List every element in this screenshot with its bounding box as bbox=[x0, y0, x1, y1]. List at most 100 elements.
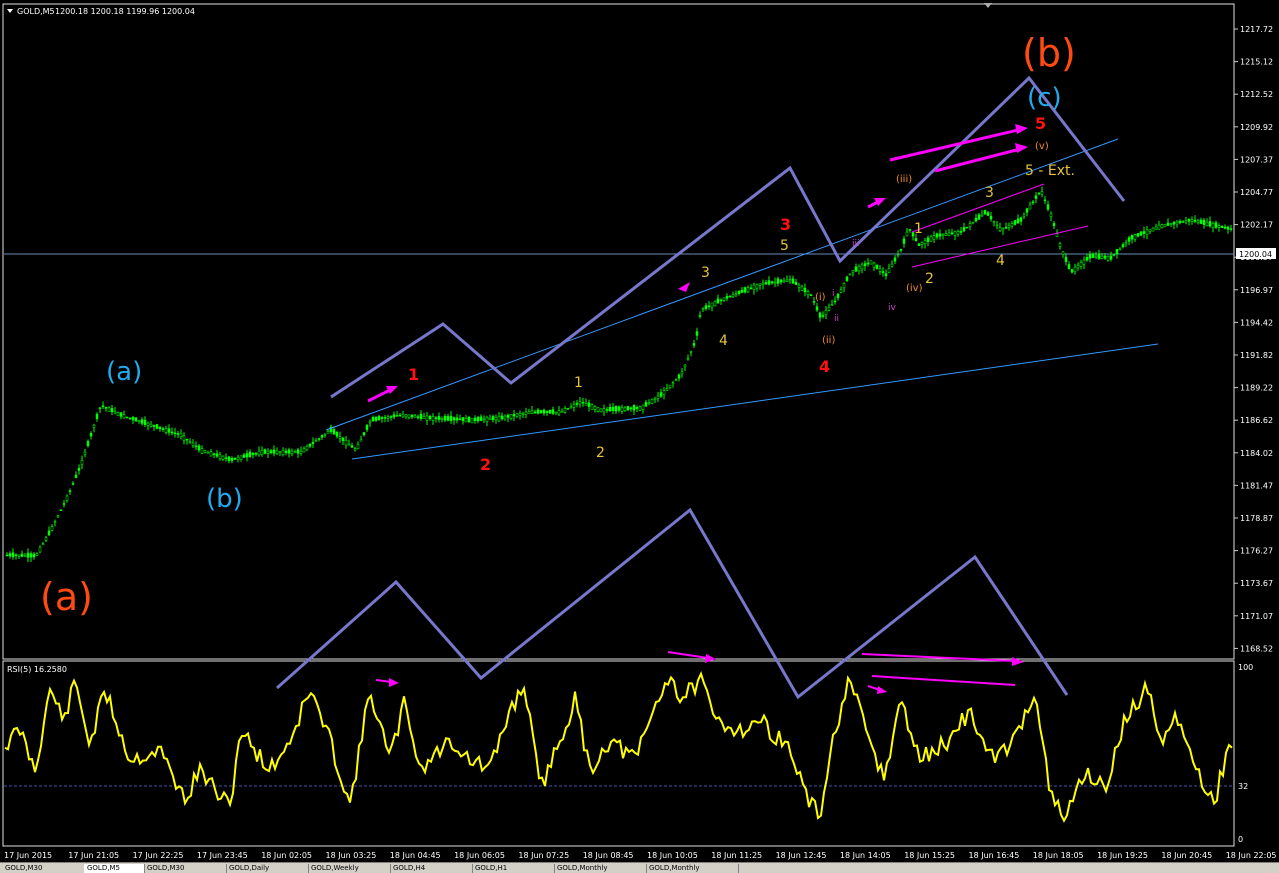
wave-label-a-minor: (a) bbox=[106, 357, 142, 387]
candle-body bbox=[506, 414, 510, 418]
candle-body bbox=[935, 233, 939, 238]
candle-body bbox=[1139, 231, 1143, 236]
candle-body bbox=[701, 308, 705, 310]
candle-body bbox=[380, 417, 384, 419]
candle-body bbox=[584, 403, 588, 406]
candle-body bbox=[350, 445, 354, 448]
candle-body bbox=[161, 428, 165, 430]
wave-label-yellow-3: 3 bbox=[701, 265, 710, 281]
candle-body bbox=[443, 415, 447, 421]
candle-body bbox=[248, 451, 252, 457]
candle-body bbox=[980, 214, 984, 217]
candle-body bbox=[671, 382, 675, 384]
candle-body bbox=[974, 217, 978, 222]
candle-body bbox=[335, 432, 339, 437]
candle-body bbox=[791, 278, 795, 284]
candle-body bbox=[482, 418, 486, 421]
candle-body bbox=[296, 449, 300, 454]
candle-body bbox=[545, 410, 549, 413]
candle-body bbox=[338, 436, 342, 439]
wave-label-small-i: i bbox=[832, 289, 835, 299]
candle-body bbox=[827, 307, 831, 311]
time-tick-label: 18 Jun 08:45 bbox=[583, 851, 634, 860]
candle-body bbox=[1004, 227, 1008, 229]
candle-body bbox=[410, 414, 414, 418]
candle-body bbox=[572, 404, 576, 408]
candle-body bbox=[56, 515, 60, 518]
candle-body bbox=[497, 416, 501, 422]
candle-body bbox=[212, 453, 216, 455]
candle-body bbox=[1124, 242, 1128, 245]
candle-body bbox=[122, 414, 126, 419]
candle-body bbox=[542, 409, 546, 414]
candle-body bbox=[1211, 223, 1215, 228]
candle-body bbox=[1199, 219, 1203, 224]
candle-body bbox=[815, 306, 819, 311]
candle-body bbox=[839, 289, 843, 293]
candle-body bbox=[788, 279, 792, 282]
candle-body bbox=[950, 232, 954, 235]
candle-body bbox=[944, 233, 948, 236]
candle-body bbox=[1031, 201, 1035, 204]
time-tick-label: 18 Jun 10:05 bbox=[647, 851, 698, 860]
candle-body bbox=[995, 224, 999, 227]
candle-body bbox=[404, 414, 408, 418]
candle-body bbox=[38, 547, 42, 553]
candle-body bbox=[311, 442, 315, 445]
candle-body bbox=[1106, 255, 1110, 261]
candle-body bbox=[689, 351, 693, 353]
candle-body bbox=[713, 301, 717, 307]
candle-body bbox=[728, 296, 732, 298]
candle-body bbox=[65, 495, 69, 501]
candle-body bbox=[107, 407, 111, 412]
candle-body bbox=[785, 279, 789, 282]
candle-body bbox=[428, 416, 432, 420]
candle-body bbox=[698, 315, 702, 317]
candle-body bbox=[140, 419, 144, 424]
time-tick-label: 17 Jun 21:05 bbox=[68, 851, 119, 860]
candle-body bbox=[137, 420, 141, 422]
candle-body bbox=[293, 451, 297, 453]
candle-body bbox=[965, 226, 969, 229]
candle-body bbox=[92, 424, 96, 428]
candle-body bbox=[479, 416, 483, 422]
candle-body bbox=[401, 413, 405, 418]
candle-body bbox=[971, 221, 975, 224]
wave-label-yellow-2: 2 bbox=[596, 445, 605, 461]
candle-body bbox=[851, 270, 855, 273]
candle-body bbox=[1151, 227, 1155, 232]
candle-body bbox=[368, 421, 372, 424]
candle-body bbox=[836, 293, 840, 299]
candle-body bbox=[860, 264, 864, 270]
candle-body bbox=[662, 390, 666, 395]
candle-body bbox=[665, 388, 669, 391]
candle-body bbox=[41, 543, 45, 545]
candle-body bbox=[113, 411, 117, 414]
candle-body bbox=[62, 503, 66, 505]
candle-body bbox=[968, 223, 972, 228]
candle-body bbox=[1205, 222, 1209, 227]
wave-label-roman-v: (v) bbox=[1035, 141, 1049, 152]
candle-body bbox=[74, 474, 78, 478]
candle-body bbox=[1229, 228, 1233, 230]
candle-body bbox=[359, 439, 363, 442]
chart-tabs-bar: GOLD,M30 GOLD,M5 GOLD,M30 GOLD,Daily GOLD,We… bbox=[0, 862, 1279, 873]
candle-body bbox=[989, 215, 993, 220]
candle-body bbox=[1037, 192, 1041, 195]
candle-body bbox=[440, 417, 444, 420]
candle-body bbox=[53, 521, 57, 523]
candle-body bbox=[1208, 221, 1212, 227]
candle-body bbox=[512, 414, 516, 417]
candle-body bbox=[1187, 218, 1191, 222]
candle-body bbox=[476, 416, 480, 422]
wave-label-b-major: (b) bbox=[1022, 31, 1076, 75]
candle-body bbox=[731, 293, 735, 298]
candle-body bbox=[1091, 253, 1095, 258]
candle-body bbox=[158, 426, 162, 429]
candle-body bbox=[890, 263, 894, 267]
candle-body bbox=[98, 407, 102, 409]
candle-body bbox=[494, 417, 498, 421]
candle-body bbox=[149, 423, 153, 427]
time-tick-label: 17 Jun 23:45 bbox=[197, 851, 248, 860]
candle-body bbox=[947, 232, 951, 236]
